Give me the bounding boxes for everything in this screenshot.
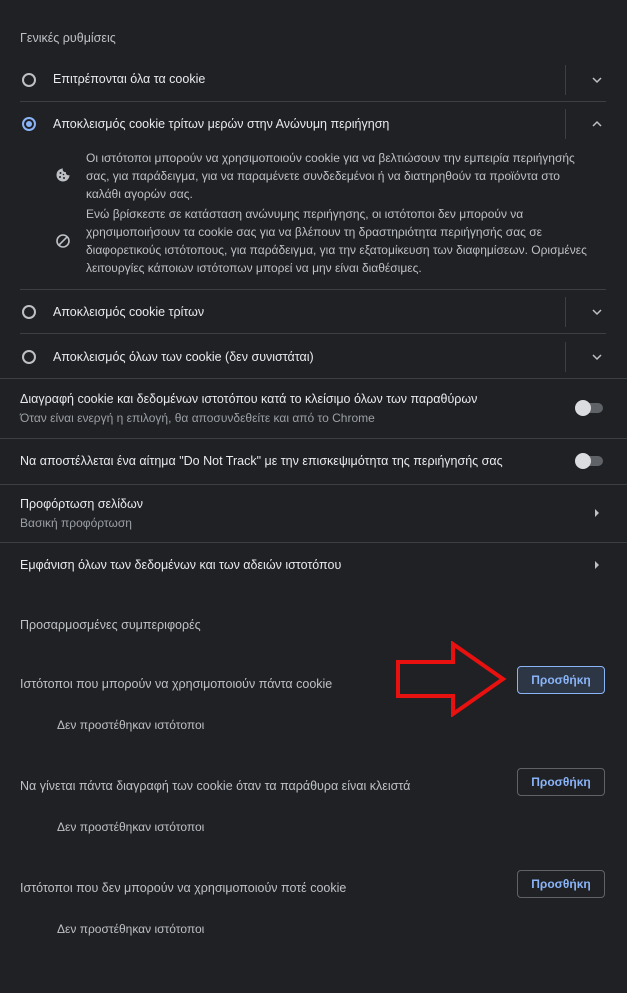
clear-on-exit-toggle[interactable] (575, 400, 603, 416)
custom-behaviors-title: Προσαρμοσμένες συμπεριφορές (20, 618, 201, 632)
radio-button[interactable] (22, 73, 36, 87)
radio-label: Αποκλεισμός όλων των cookie (δεν συνιστά… (53, 350, 314, 364)
detail-line: λειτουργίες κάποιων ιστότοπων μπορεί να … (86, 261, 422, 275)
radio-option-block-third-party[interactable]: Αποκλεισμός cookie τρίτων (0, 292, 627, 332)
cookie-icon (56, 168, 70, 182)
chevron-up-icon[interactable] (589, 116, 605, 132)
arrow-right-icon (595, 509, 599, 517)
preload-title: Προφόρτωση σελίδων (20, 497, 144, 511)
all-site-data-title: Εμφάνιση όλων των δεδομένων και των αδει… (20, 558, 342, 572)
arrow-right-icon (595, 561, 599, 569)
empty-list-text: Δεν προστέθηκαν ιστότοποι (57, 718, 205, 732)
all-site-data-row[interactable]: Εμφάνιση όλων των δεδομένων και των αδει… (0, 543, 627, 587)
detail-line: Οι ιστότοποι μπορούν να χρησιμοποιούν co… (86, 151, 575, 165)
divider (20, 289, 606, 290)
divider (565, 109, 566, 139)
preload-subtitle: Βασική προφόρτωση (20, 516, 132, 530)
detail-line: καλάθι αγορών σας. (86, 187, 193, 201)
radio-button[interactable] (22, 350, 36, 364)
detail-line: σας, για παράδειγμα, για να παραμένετε σ… (86, 169, 560, 183)
add-block-site-button[interactable]: Προσθήκη (517, 870, 605, 898)
cookie-description: Οι ιστότοποι μπορούν να χρησιμοποιούν co… (86, 149, 575, 203)
block-icon (56, 234, 70, 248)
annotation-arrow-icon (396, 641, 507, 717)
radio-option-block-third-party-incognito[interactable]: Αποκλεισμός cookie τρίτων μερών στην Ανώ… (0, 104, 627, 144)
clear-on-exit-sites-label: Να γίνεται πάντα διαγραφή των cookie ότα… (20, 779, 411, 793)
clear-on-exit-subtitle: Όταν είναι ενεργή η επιλογή, θα αποσυνδε… (20, 411, 375, 425)
add-allow-site-button[interactable]: Προσθήκη (517, 666, 605, 694)
empty-list-text: Δεν προστέθηκαν ιστότοποι (57, 820, 205, 834)
chevron-down-icon[interactable] (589, 72, 605, 88)
radio-label: Αποκλεισμός cookie τρίτων (53, 305, 205, 319)
divider (20, 101, 606, 102)
clear-on-exit-row[interactable]: Διαγραφή cookie και δεδομένων ιστοτόπου … (0, 379, 627, 437)
radio-label: Επιτρέπονται όλα τα cookie (53, 72, 206, 86)
detail-line: διαφορετικούς ιστότοπους, για παράδειγμα… (86, 243, 587, 257)
divider (565, 297, 566, 327)
add-clear-on-exit-site-button[interactable]: Προσθήκη (517, 768, 605, 796)
chevron-down-icon[interactable] (589, 304, 605, 320)
radio-option-allow-all[interactable]: Επιτρέπονται όλα τα cookie (0, 60, 627, 100)
radio-label: Αποκλεισμός cookie τρίτων μερών στην Ανώ… (53, 117, 390, 131)
radio-button[interactable] (22, 305, 36, 319)
radio-button-selected[interactable] (22, 117, 36, 131)
block-always-label: Ιστότοποι που δεν μπορούν να χρησιμοποιο… (20, 881, 347, 895)
do-not-track-toggle[interactable] (575, 453, 603, 469)
general-settings-title: Γενικές ρυθμίσεις (20, 31, 116, 45)
do-not-track-title: Να αποστέλλεται ένα αίτημα "Do Not Track… (20, 454, 503, 468)
detail-line: χρησιμοποιήσουν τα cookie σας για να βλέ… (86, 225, 542, 239)
detail-line: Ενώ βρίσκεστε σε κατάσταση ανώνυμης περι… (86, 207, 524, 221)
divider (565, 65, 566, 95)
incognito-description: Ενώ βρίσκεστε σε κατάσταση ανώνυμης περι… (86, 205, 587, 277)
preload-row[interactable]: Προφόρτωση σελίδων Βασική προφόρτωση (0, 485, 627, 541)
empty-list-text: Δεν προστέθηκαν ιστότοποι (57, 922, 205, 936)
allow-always-label: Ιστότοποι που μπορούν να χρησιμοποιούν π… (20, 677, 333, 691)
clear-on-exit-title: Διαγραφή cookie και δεδομένων ιστοτόπου … (20, 392, 478, 406)
do-not-track-row[interactable]: Να αποστέλλεται ένα αίτημα "Do Not Track… (0, 439, 627, 483)
divider (20, 333, 606, 334)
radio-option-block-all[interactable]: Αποκλεισμός όλων των cookie (δεν συνιστά… (0, 337, 627, 377)
chevron-down-icon[interactable] (589, 349, 605, 365)
divider (565, 342, 566, 372)
